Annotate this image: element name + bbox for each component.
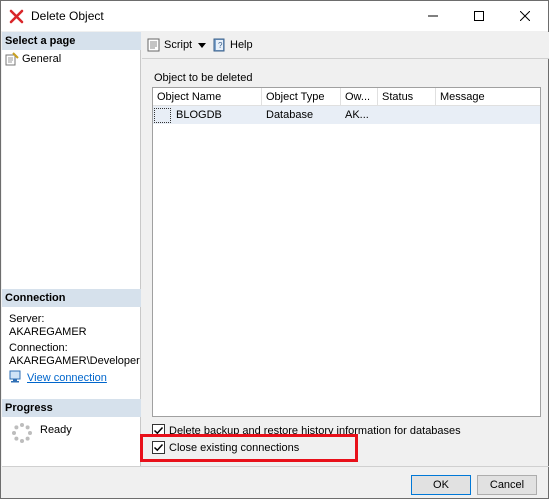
toolbar: Script ? Help: [142, 32, 549, 58]
maximize-button[interactable]: [456, 1, 502, 31]
highlight-annotation: [140, 434, 358, 462]
server-label: Server:: [9, 313, 45, 325]
column-header-message[interactable]: Message: [436, 88, 540, 106]
dropdown-arrow-icon[interactable]: [198, 39, 207, 51]
ok-button[interactable]: OK: [411, 475, 471, 495]
cancel-button[interactable]: Cancel: [477, 475, 537, 495]
column-header-status[interactable]: Status: [378, 88, 436, 106]
connection-label: Connection:: [9, 342, 68, 354]
view-connection-label[interactable]: View connection: [27, 372, 107, 384]
objects-grid[interactable]: Object Name Object Type Ow... Status Mes…: [152, 87, 541, 417]
row-selector[interactable]: [154, 108, 171, 123]
grid-header: Object Name Object Type Ow... Status Mes…: [153, 88, 540, 106]
cell-owner: AK...: [345, 109, 369, 121]
cell-object-name: BLOGDB: [176, 109, 222, 121]
delete-object-dialog: Delete Object Select a page General Conn…: [0, 0, 549, 499]
cell-status: [378, 106, 436, 124]
script-button[interactable]: Script: [147, 38, 207, 52]
page-item-general[interactable]: General: [5, 50, 61, 67]
page-wrench-icon: [5, 51, 19, 66]
column-header-owner[interactable]: Ow...: [341, 88, 378, 106]
help-button[interactable]: ? Help: [213, 38, 253, 52]
toolbar-divider: [142, 58, 549, 59]
title-bar: Delete Object: [1, 1, 548, 31]
script-icon: [147, 38, 161, 52]
progress-spinner-icon: [11, 422, 33, 444]
page-item-label: General: [22, 52, 62, 65]
svg-text:?: ?: [218, 41, 223, 50]
column-header-object-name[interactable]: Object Name: [153, 88, 262, 106]
delete-x-icon: [9, 8, 25, 24]
connection-value: AKAREGAMER\Developer: [9, 355, 140, 367]
footer-divider: [2, 466, 549, 467]
progress-status: Ready: [40, 424, 72, 436]
window-title: Delete Object: [31, 9, 104, 23]
column-header-object-type[interactable]: Object Type: [262, 88, 341, 106]
connection-properties-icon: [9, 370, 23, 386]
cell-message: [436, 106, 540, 124]
select-page-header: Select a page: [2, 32, 141, 50]
progress-header: Progress: [2, 399, 141, 417]
object-to-delete-label: Object to be deleted: [154, 72, 253, 84]
close-button[interactable]: [502, 1, 548, 31]
script-label: Script: [164, 39, 193, 51]
left-pane: Select a page General Connection Server:…: [2, 32, 141, 466]
table-row[interactable]: BLOGDB Database AK...: [153, 106, 540, 124]
cell-object-type: Database: [266, 109, 314, 121]
server-value: AKAREGAMER: [9, 326, 87, 338]
minimize-button[interactable]: [410, 1, 456, 31]
view-connection-link[interactable]: View connection: [9, 370, 107, 386]
connection-header: Connection: [2, 289, 141, 307]
help-book-icon: ?: [213, 38, 227, 52]
help-label: Help: [230, 39, 253, 51]
